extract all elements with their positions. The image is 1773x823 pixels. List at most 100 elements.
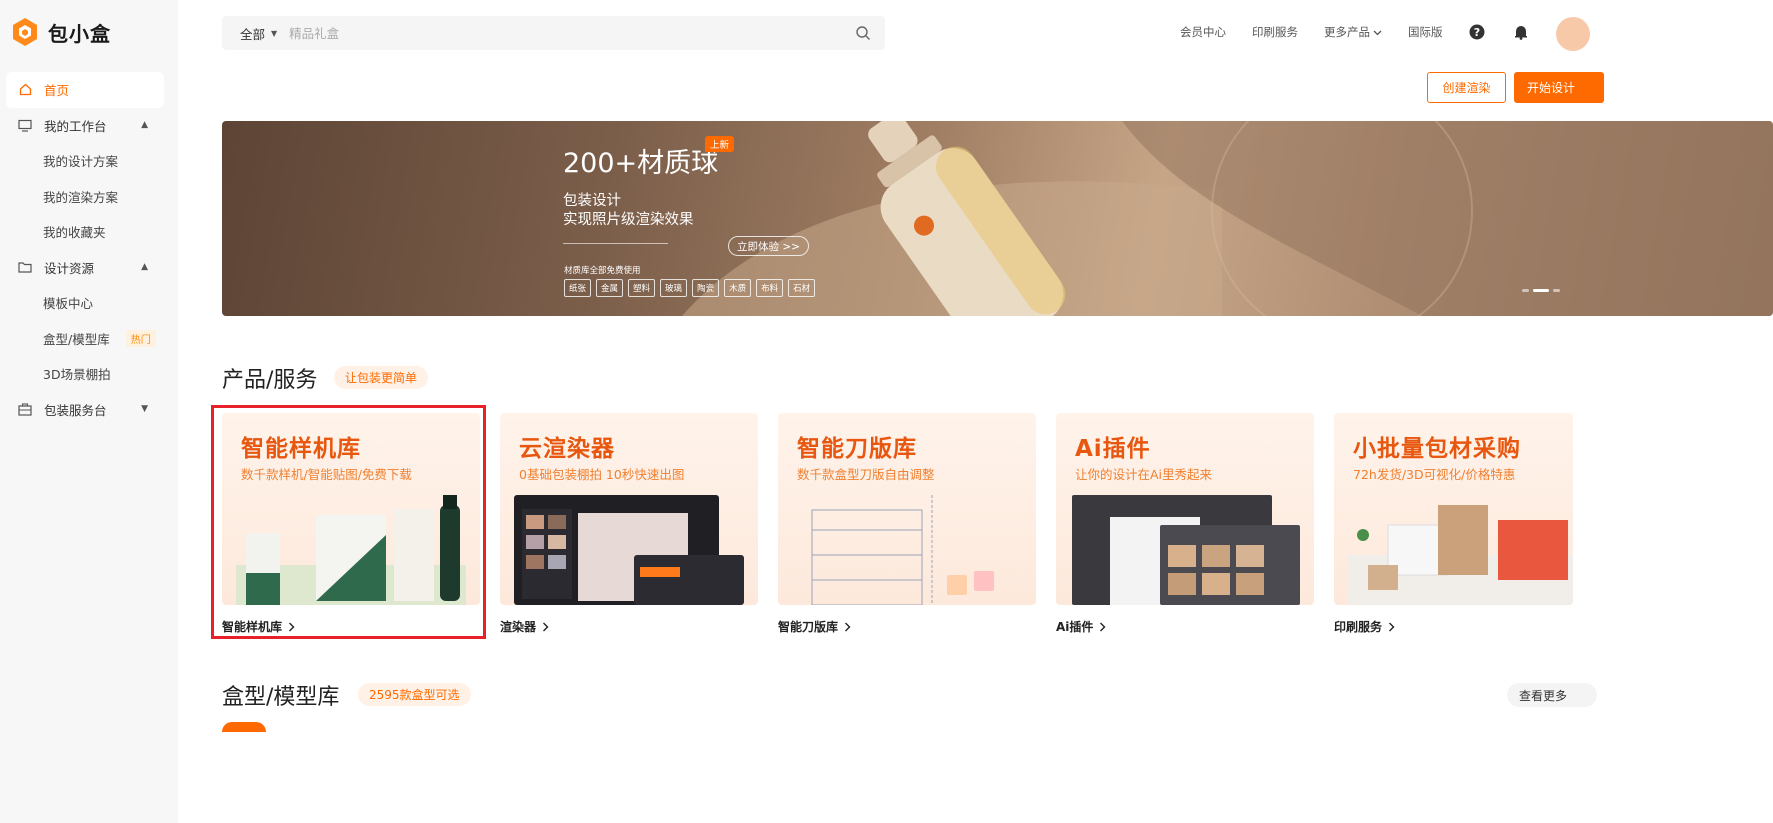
card-subtitle: 0基础包装棚拍 10秒快速出图 [519,467,685,482]
caret-up-icon: ▲ [141,262,148,273]
dieline-drawing-image [811,495,994,605]
sidebar-item-models[interactable]: 盒型/模型库 热门 [6,321,164,357]
sidebar-item-label: 我的工作台 [44,118,107,134]
carousel-dot-active[interactable] [1533,289,1549,292]
search-scope-label: 全部 [240,26,266,42]
material-tag: 陶瓷 [692,279,720,297]
help-icon[interactable]: ? [1469,24,1485,40]
card-link-label: Ai插件 [1056,620,1094,634]
hot-badge: 热门 [125,329,156,347]
products-section-tag: 让包装更简单 [334,366,429,389]
material-tag: 金属 [596,279,624,297]
banner-subtitle: 包装设计 实现照片级渲染效果 [563,192,694,230]
sidebar-item-favorites[interactable]: 我的收藏夹 [6,214,164,250]
sidebar-item-label: 模板中心 [43,296,94,312]
card-link-ai-plugin[interactable]: Ai插件 [1056,618,1106,635]
card-title: Ai插件 [1075,436,1151,462]
brand-logo[interactable]: 包小盒 [12,17,111,47]
sidebar-item-design-resources[interactable]: 设计资源 ▲ [6,250,164,286]
chevron-right-icon [1100,622,1106,631]
product-card-bulk-purchase[interactable]: 小批量包材采购 72h发货/3D可视化/价格特惠 [1334,413,1573,605]
sidebar-item-templates[interactable]: 模板中心 [6,285,164,321]
search-icon[interactable] [855,25,871,41]
search-bar: 全部 ▼ [222,16,885,50]
home-icon [18,83,32,97]
search-scope-select[interactable]: 全部 ▼ [240,24,277,43]
card-link-print-service[interactable]: 印刷服务 [1334,618,1395,635]
sidebar-item-label: 首页 [44,83,70,99]
sidebar-item-label: 我的设计方案 [43,154,119,170]
models-section-title: 盒型/模型库 [222,685,340,710]
more-products-menu[interactable]: 更多产品 [1324,24,1382,40]
view-more-button[interactable]: 查看更多 [1507,683,1597,707]
card-subtitle: 让你的设计在Ai里秀起来 [1075,467,1213,482]
svg-text:?: ? [1473,26,1479,39]
material-tag: 玻璃 [660,279,688,297]
sidebar-item-home[interactable]: 首页 [6,72,164,108]
card-link-dieline[interactable]: 智能刀版库 [778,618,851,635]
card-link-renderer[interactable]: 渲染器 [500,618,549,635]
carousel-dot[interactable] [1553,289,1560,292]
top-nav: 会员中心 印刷服务 更多产品 国际版 ? [1180,24,1557,40]
carousel-dots[interactable] [1522,289,1560,292]
brand-name: 包小盒 [48,21,111,46]
sidebar-item-my-renders[interactable]: 我的渲染方案 [6,179,164,215]
carousel-dot[interactable] [1522,289,1529,292]
banner-title: 200+材质球 [563,148,719,179]
sidebar-item-label: 我的渲染方案 [43,189,119,205]
new-badge: 上新 [705,136,735,152]
caret-down-icon: ▼ [141,404,148,415]
sidebar-item-service-desk[interactable]: 包装服务台 ▼ [6,392,164,428]
sidebar-item-3d-studio[interactable]: 3D场景棚拍 [6,356,164,392]
sidebar-item-my-designs[interactable]: 我的设计方案 [6,143,164,179]
products-section-title: 产品/服务 [222,368,318,393]
selection-highlight [211,405,486,639]
material-tag: 塑料 [628,279,656,297]
chevron-down-icon [1373,30,1382,35]
material-tag: 纸张 [564,279,592,297]
sidebar-item-label: 设计资源 [44,260,95,276]
folder-icon [18,260,32,274]
chevron-right-icon [1389,622,1395,631]
sidebar-item-label: 包装服务台 [44,402,107,418]
product-bottle-image [868,121,1066,316]
notification-bell-icon[interactable] [1513,24,1529,40]
chevron-right-icon [543,622,549,631]
product-card-dieline-library[interactable]: 智能刀版库 数千款盒型刀版自由调整 [778,413,1036,605]
sidebar-nav: 首页 我的工作台 ▲ 我的设计方案 我的渲染方案 我的收藏夹 设计资源 ▲ 模板… [6,72,164,427]
search-input[interactable] [289,25,810,41]
monitor-icon [18,118,32,132]
caret-down-icon: ▼ [271,28,278,38]
banner-line-1: 包装设计 [563,193,621,209]
material-tag: 石材 [788,279,816,297]
try-now-button[interactable]: 立即体验 >> [728,236,809,256]
sidebar-item-workbench[interactable]: 我的工作台 ▲ [6,108,164,144]
briefcase-icon [18,402,32,416]
banner-note: 材质库全部免费使用 [564,266,641,276]
card-link-label: 智能刀版库 [778,620,839,634]
material-tag: 布料 [756,279,784,297]
product-card-cloud-renderer[interactable]: 云渲染器 0基础包装棚拍 10秒快速出图 [500,413,758,605]
chevron-right-icon [845,622,851,631]
promo-banner[interactable]: 200+材质球 上新 包装设计 实现照片级渲染效果 立即体验 >> 材质库全部免… [222,121,1773,316]
international-link[interactable]: 国际版 [1408,24,1443,40]
box-logo-icon [13,18,37,46]
create-render-button[interactable]: 创建渲染 [1427,72,1506,103]
card-link-label: 渲染器 [500,620,537,634]
sidebar-item-label: 3D场景棚拍 [43,367,111,383]
material-tags: 纸张 金属 塑料 玻璃 陶瓷 木质 布料 石材 [564,279,816,297]
divider [563,243,668,244]
packaging-boxes-image [1348,505,1573,605]
print-service-link[interactable]: 印刷服务 [1252,24,1298,40]
member-center-link[interactable]: 会员中心 [1180,24,1226,40]
category-pill[interactable] [222,722,266,732]
ai-plugin-screenshot-image [1072,495,1300,605]
card-title: 云渲染器 [519,436,615,462]
start-design-button[interactable]: 开始设计 [1514,72,1604,103]
sidebar-item-label: 盒型/模型库 [43,331,110,347]
product-card-ai-plugin[interactable]: Ai插件 让你的设计在Ai里秀起来 [1056,413,1314,605]
sidebar: 包小盒 首页 我的工作台 ▲ 我的设计方案 我的渲染方案 我的收藏夹 设计资源 … [0,0,178,823]
card-subtitle: 数千款盒型刀版自由调整 [797,467,935,482]
user-avatar[interactable] [1556,17,1590,51]
card-title: 智能刀版库 [797,436,917,462]
